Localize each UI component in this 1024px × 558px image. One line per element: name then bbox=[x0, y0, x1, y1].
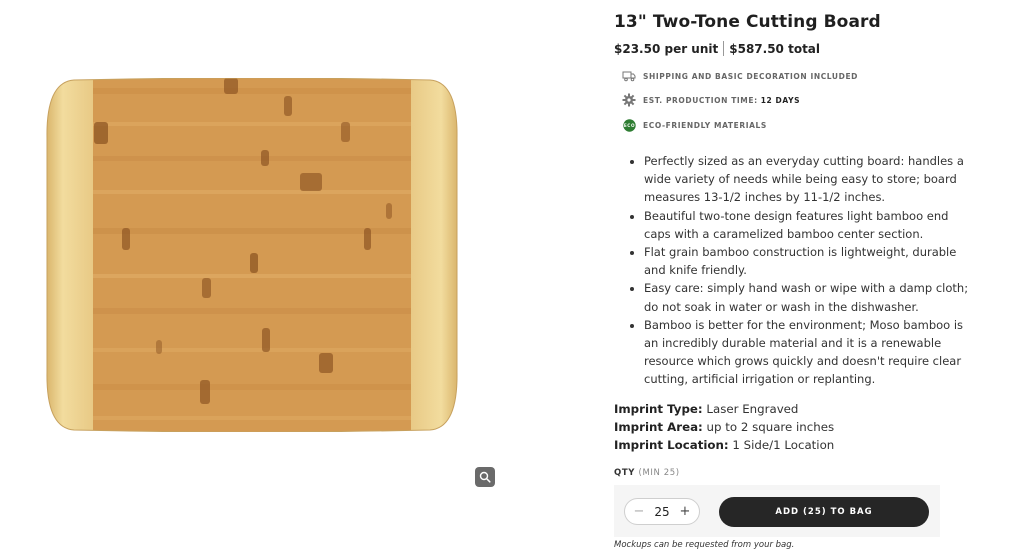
feature-production-value: 12 DAYS bbox=[760, 95, 801, 105]
add-to-bag-button[interactable]: ADD (25) TO BAG bbox=[719, 497, 929, 527]
list-item: Easy care: simply hand wash or wipe with… bbox=[644, 279, 974, 315]
feature-production-time: EST. PRODUCTION TIME: 12 DAYS bbox=[622, 93, 800, 107]
feature-shipping-label: SHIPPING AND BASIC DECORATION INCLUDED bbox=[643, 71, 858, 81]
quantity-stepper: − + bbox=[624, 498, 700, 525]
quantity-input[interactable] bbox=[645, 503, 679, 520]
product-title: 13" Two-Tone Cutting Board bbox=[614, 12, 881, 32]
eco-badge-text: ECO bbox=[623, 123, 634, 128]
truck-icon bbox=[622, 69, 636, 83]
feature-eco-label: ECO-FRIENDLY MATERIALS bbox=[643, 120, 767, 130]
zoom-button[interactable] bbox=[475, 467, 495, 487]
imprint-type: Imprint Type: Laser Engraved bbox=[614, 402, 798, 416]
qty-min-note: (MIN 25) bbox=[638, 468, 680, 478]
eco-badge-icon: ECO bbox=[622, 118, 636, 132]
list-item: Perfectly sized as an everyday cutting b… bbox=[644, 152, 974, 207]
decrement-button[interactable]: − bbox=[633, 504, 645, 519]
price-row: $23.50 per unit $587.50 total bbox=[614, 41, 820, 56]
imprint-location-label: Imprint Location: bbox=[614, 438, 729, 452]
imprint-area-value: up to 2 square inches bbox=[706, 420, 835, 434]
imprint-area: Imprint Area: up to 2 square inches bbox=[614, 420, 834, 434]
imprint-type-value: Laser Engraved bbox=[706, 402, 799, 416]
imprint-location-value: 1 Side/1 Location bbox=[732, 438, 835, 452]
increment-button[interactable]: + bbox=[679, 504, 691, 519]
cutting-board-image bbox=[46, 78, 458, 432]
feature-eco: ECO ECO-FRIENDLY MATERIALS bbox=[622, 118, 767, 132]
qty-label: QTY (MIN 25) bbox=[614, 468, 680, 478]
list-item: Flat grain bamboo construction is lightw… bbox=[644, 243, 974, 279]
list-item: Beautiful two-tone design features light… bbox=[644, 207, 974, 243]
price-divider bbox=[723, 41, 725, 56]
price-total: $587.50 total bbox=[729, 41, 821, 56]
imprint-area-label: Imprint Area: bbox=[614, 420, 703, 434]
qty-panel: − + ADD (25) TO BAG bbox=[614, 485, 940, 537]
list-item: Bamboo is better for the environment; Mo… bbox=[644, 316, 974, 389]
product-image-area bbox=[0, 0, 560, 558]
description-list: Perfectly sized as an everyday cutting b… bbox=[628, 152, 974, 389]
qty-label-text: QTY bbox=[614, 468, 635, 478]
magnifier-icon bbox=[479, 471, 491, 483]
feature-shipping: SHIPPING AND BASIC DECORATION INCLUDED bbox=[622, 69, 858, 83]
mockup-note: Mockups can be requested from your bag. bbox=[614, 540, 795, 550]
gear-icon bbox=[622, 93, 636, 107]
price-per-unit: $23.50 per unit bbox=[614, 41, 719, 56]
feature-production-label: EST. PRODUCTION TIME: bbox=[643, 95, 758, 105]
imprint-location: Imprint Location: 1 Side/1 Location bbox=[614, 438, 834, 452]
imprint-type-label: Imprint Type: bbox=[614, 402, 703, 416]
